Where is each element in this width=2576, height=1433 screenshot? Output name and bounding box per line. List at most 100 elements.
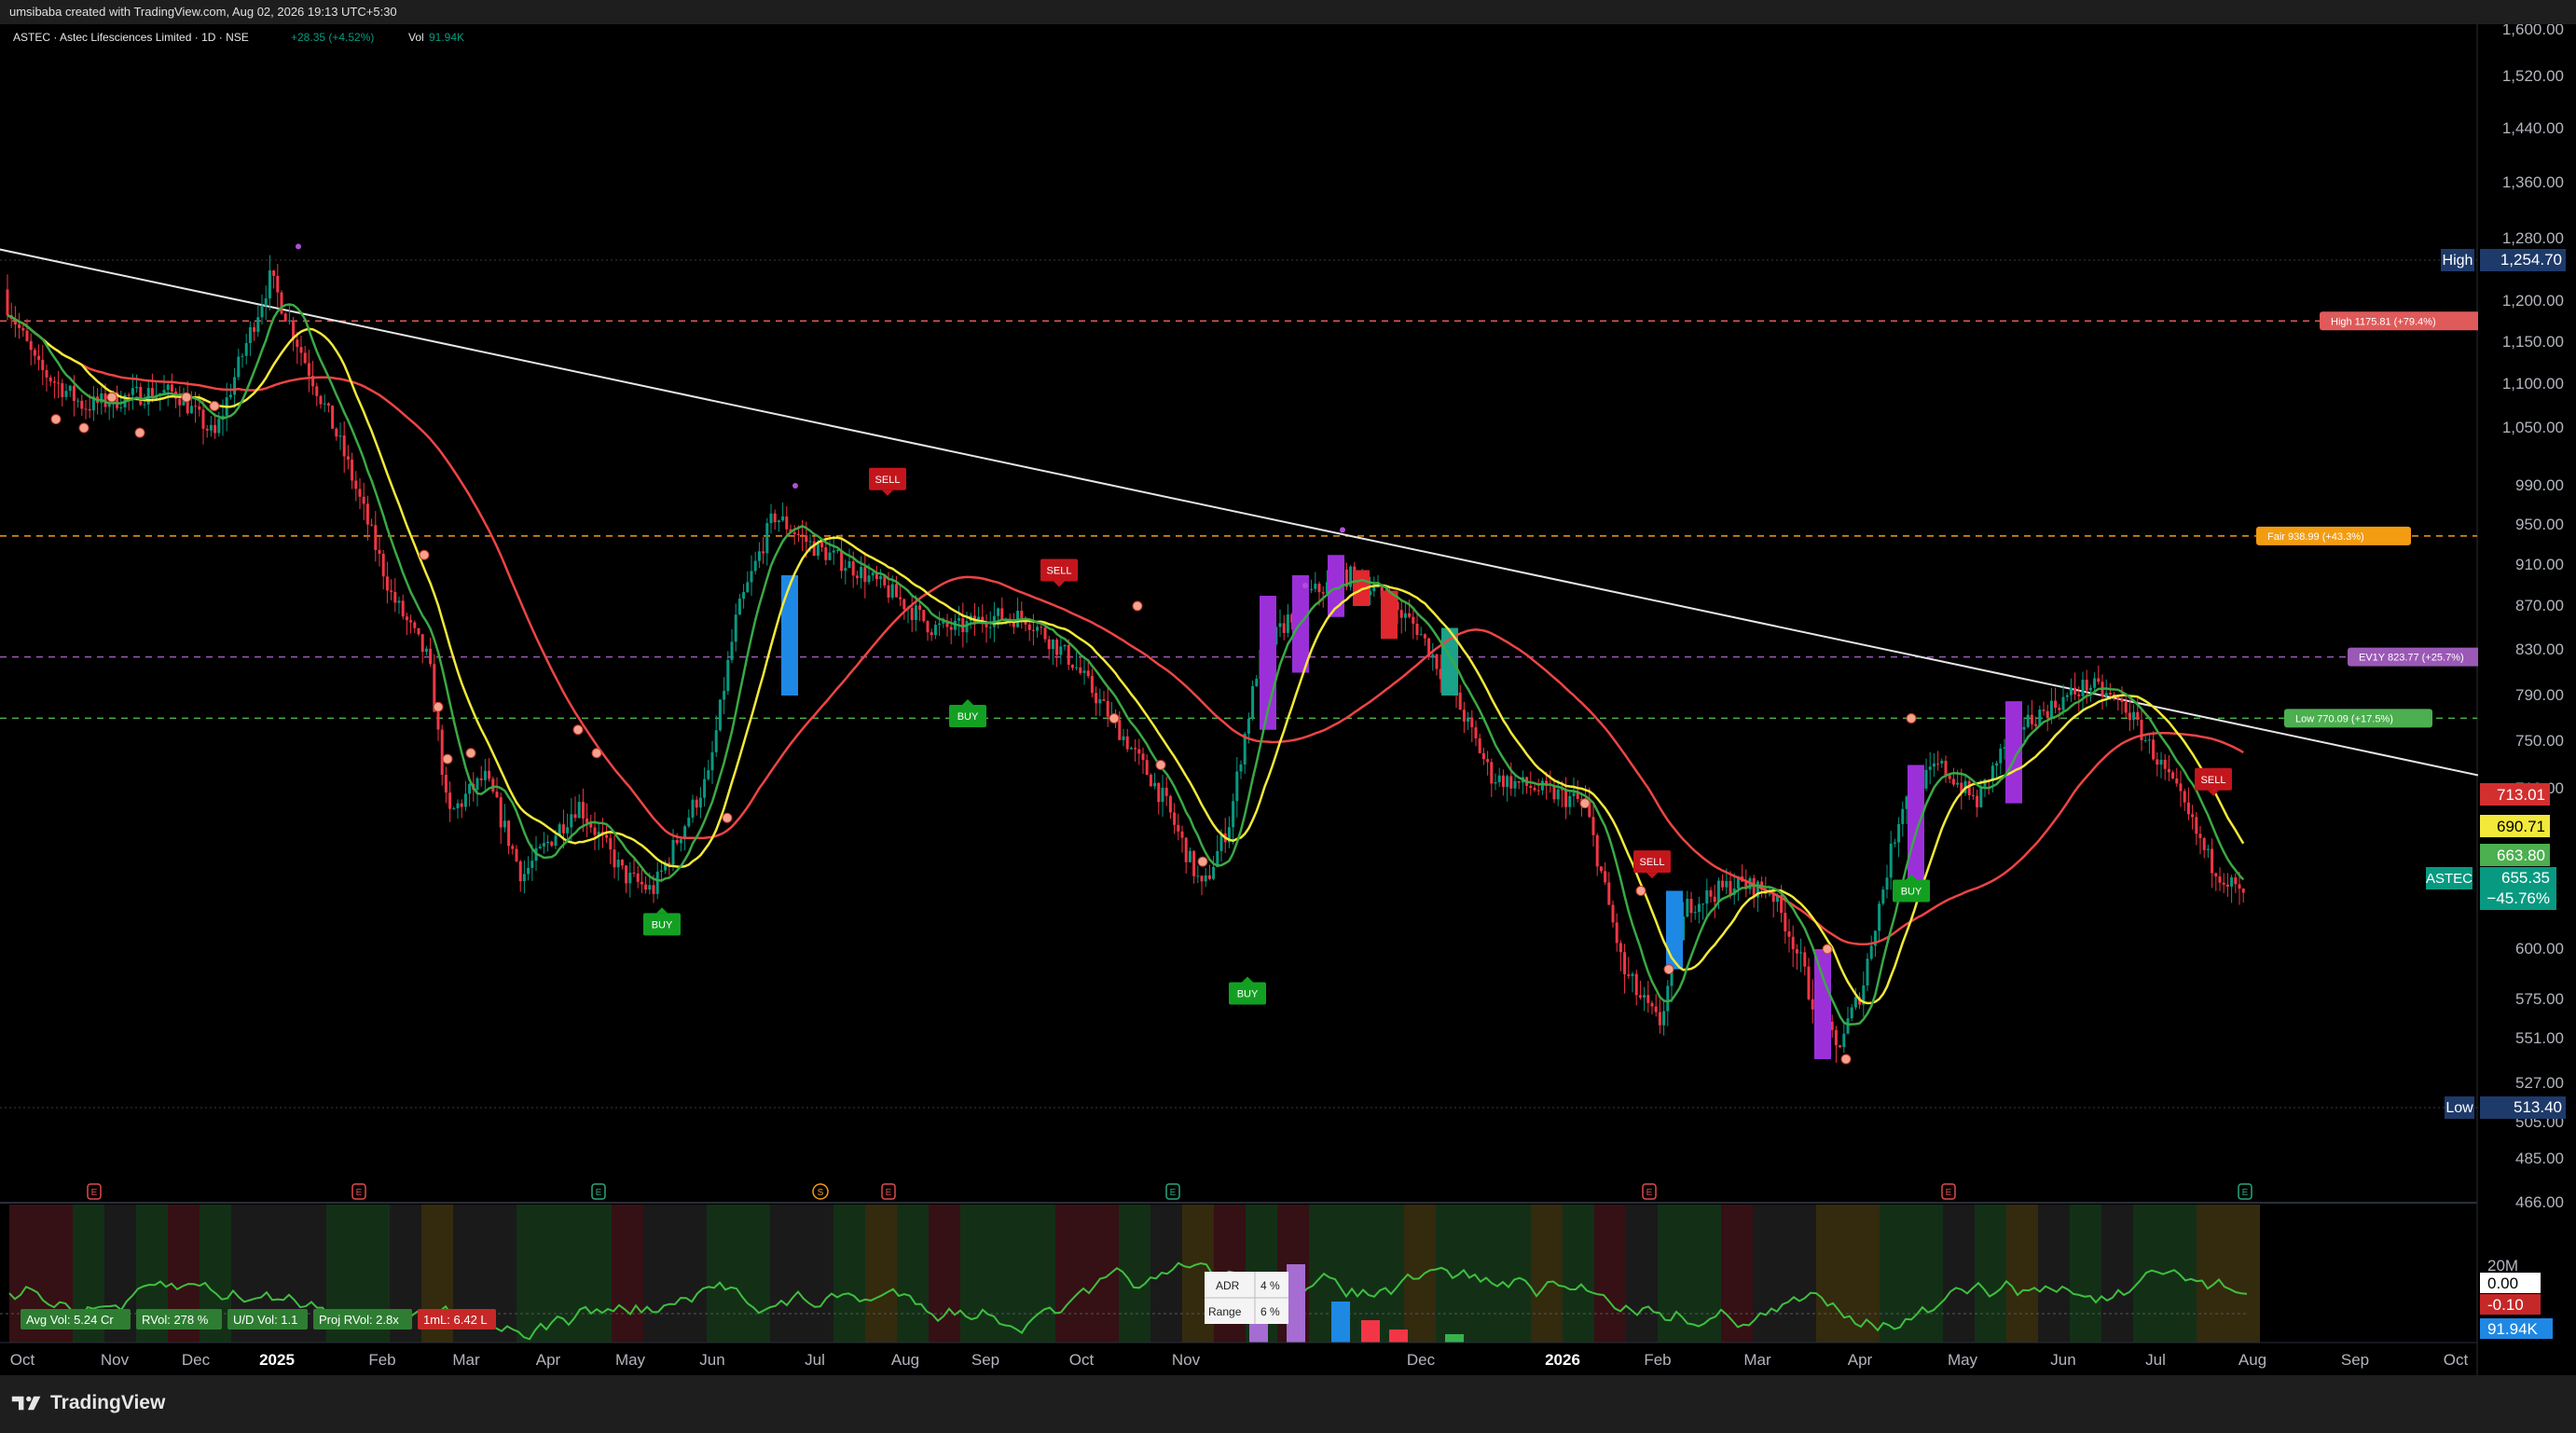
candle-body bbox=[452, 807, 456, 809]
candle-body bbox=[1834, 1029, 1838, 1046]
candle-body bbox=[538, 846, 542, 848]
candle-body bbox=[2143, 739, 2147, 741]
candle-body bbox=[1497, 775, 1501, 783]
indicator-band bbox=[2228, 1205, 2260, 1343]
price-chart[interactable]: High 1175.81 (+79.4%) Fair 938.99 (+43.3%… bbox=[0, 24, 2576, 1375]
indicator-band bbox=[833, 1205, 865, 1343]
candle-body bbox=[381, 553, 385, 577]
tradingview-logo[interactable]: TradingView bbox=[11, 1392, 165, 1414]
candle-body bbox=[1768, 893, 1771, 895]
candle-body bbox=[762, 551, 765, 554]
signal-label: BUY bbox=[957, 711, 979, 723]
candle-body bbox=[1846, 1018, 1850, 1034]
price-tick: 1,200.00 bbox=[2502, 292, 2564, 310]
candle-body bbox=[237, 356, 241, 378]
candle-body bbox=[1207, 875, 1211, 879]
candle-body bbox=[1564, 789, 1568, 807]
candle-body bbox=[1599, 866, 1603, 872]
time-label: Sep bbox=[2341, 1351, 2369, 1369]
candle-body bbox=[64, 391, 68, 397]
indicator-band bbox=[1436, 1205, 1467, 1343]
candle-body bbox=[1611, 904, 1615, 923]
signal-dot bbox=[106, 392, 117, 403]
candle-body bbox=[1709, 889, 1713, 897]
indicator-band bbox=[1087, 1205, 1119, 1343]
attribution-bar: umsibaba created with TradingView.com, A… bbox=[0, 0, 2576, 24]
indicator-band bbox=[2038, 1205, 2070, 1343]
candle-body bbox=[1086, 670, 1090, 677]
candle-body bbox=[2156, 759, 2159, 765]
candle-body bbox=[1693, 912, 1697, 914]
signal-label: SELL bbox=[875, 475, 901, 486]
candle-body bbox=[777, 520, 780, 523]
candle-body bbox=[1853, 997, 1857, 1008]
candle-body bbox=[335, 428, 338, 437]
candle-body bbox=[1399, 610, 1403, 618]
candle-body bbox=[855, 575, 859, 579]
candle-body bbox=[1725, 880, 1729, 888]
candle-body bbox=[2198, 834, 2202, 838]
highlight-candle bbox=[1908, 765, 1924, 891]
candle-body bbox=[1129, 748, 1133, 750]
signal-dot bbox=[591, 748, 602, 759]
event-label: E bbox=[1170, 1188, 1177, 1198]
candle-body bbox=[1811, 999, 1814, 1010]
candle-body bbox=[1807, 966, 1811, 999]
candle-body bbox=[742, 592, 746, 599]
candle-body bbox=[448, 792, 452, 809]
candle-body bbox=[1095, 693, 1098, 704]
candle-body bbox=[1924, 769, 1928, 789]
candle-body bbox=[1936, 763, 1940, 765]
candle-body bbox=[1137, 749, 1141, 754]
candle-body bbox=[933, 625, 937, 636]
candle-body bbox=[914, 605, 917, 621]
candle-body bbox=[1932, 763, 1935, 767]
price-tick: 600.00 bbox=[2515, 940, 2564, 958]
level-label: EV1Y 823.77 (+25.7%) bbox=[2359, 653, 2464, 664]
price-tick: 1,440.00 bbox=[2502, 119, 2564, 137]
candle-body bbox=[609, 837, 613, 850]
indicator-band bbox=[1753, 1205, 1784, 1343]
candle-body bbox=[48, 377, 52, 382]
signal-label: SELL bbox=[2201, 775, 2226, 786]
candle-body bbox=[420, 634, 424, 653]
candle-body bbox=[863, 567, 867, 583]
candle-body bbox=[1051, 640, 1054, 650]
candle-body bbox=[616, 860, 620, 868]
candle-body bbox=[1255, 679, 1259, 686]
candle-body bbox=[214, 424, 217, 434]
candle-body bbox=[346, 456, 350, 460]
candle-body bbox=[1878, 903, 1881, 931]
candle-body bbox=[413, 622, 417, 628]
candle-body bbox=[1020, 611, 1024, 619]
high-marker-value: 1,254.70 bbox=[2500, 251, 2562, 269]
signal-label: BUY bbox=[1237, 989, 1259, 1000]
candle-body bbox=[949, 627, 953, 630]
candle-body bbox=[1157, 782, 1161, 803]
candle-body bbox=[1830, 1021, 1834, 1030]
candle-body bbox=[765, 523, 769, 554]
candle-body bbox=[365, 503, 369, 525]
time-label: Sep bbox=[971, 1351, 999, 1369]
indicator-band bbox=[1055, 1205, 1087, 1343]
indicator-band bbox=[1911, 1205, 1943, 1343]
candle-body bbox=[1161, 787, 1164, 803]
signal-dot bbox=[1197, 856, 1208, 867]
time-label: Aug bbox=[891, 1351, 919, 1369]
time-label: Oct bbox=[10, 1351, 35, 1369]
candle-body bbox=[902, 599, 906, 610]
candle-body bbox=[2061, 696, 2065, 710]
candle-body bbox=[1494, 782, 1497, 784]
indicator-band bbox=[802, 1205, 833, 1343]
time-label: Jul bbox=[805, 1351, 825, 1369]
candle-body bbox=[1513, 780, 1517, 789]
signal-label: BUY bbox=[652, 919, 673, 930]
candle-body bbox=[730, 641, 734, 660]
time-label: Oct bbox=[2444, 1351, 2469, 1369]
candle-body bbox=[546, 841, 550, 844]
candle-body bbox=[1486, 759, 1490, 763]
candle-body bbox=[483, 770, 487, 780]
candle-body bbox=[323, 403, 326, 405]
candle-body bbox=[296, 339, 299, 348]
indicator-axis-label: 91.94K bbox=[2487, 1320, 2539, 1338]
